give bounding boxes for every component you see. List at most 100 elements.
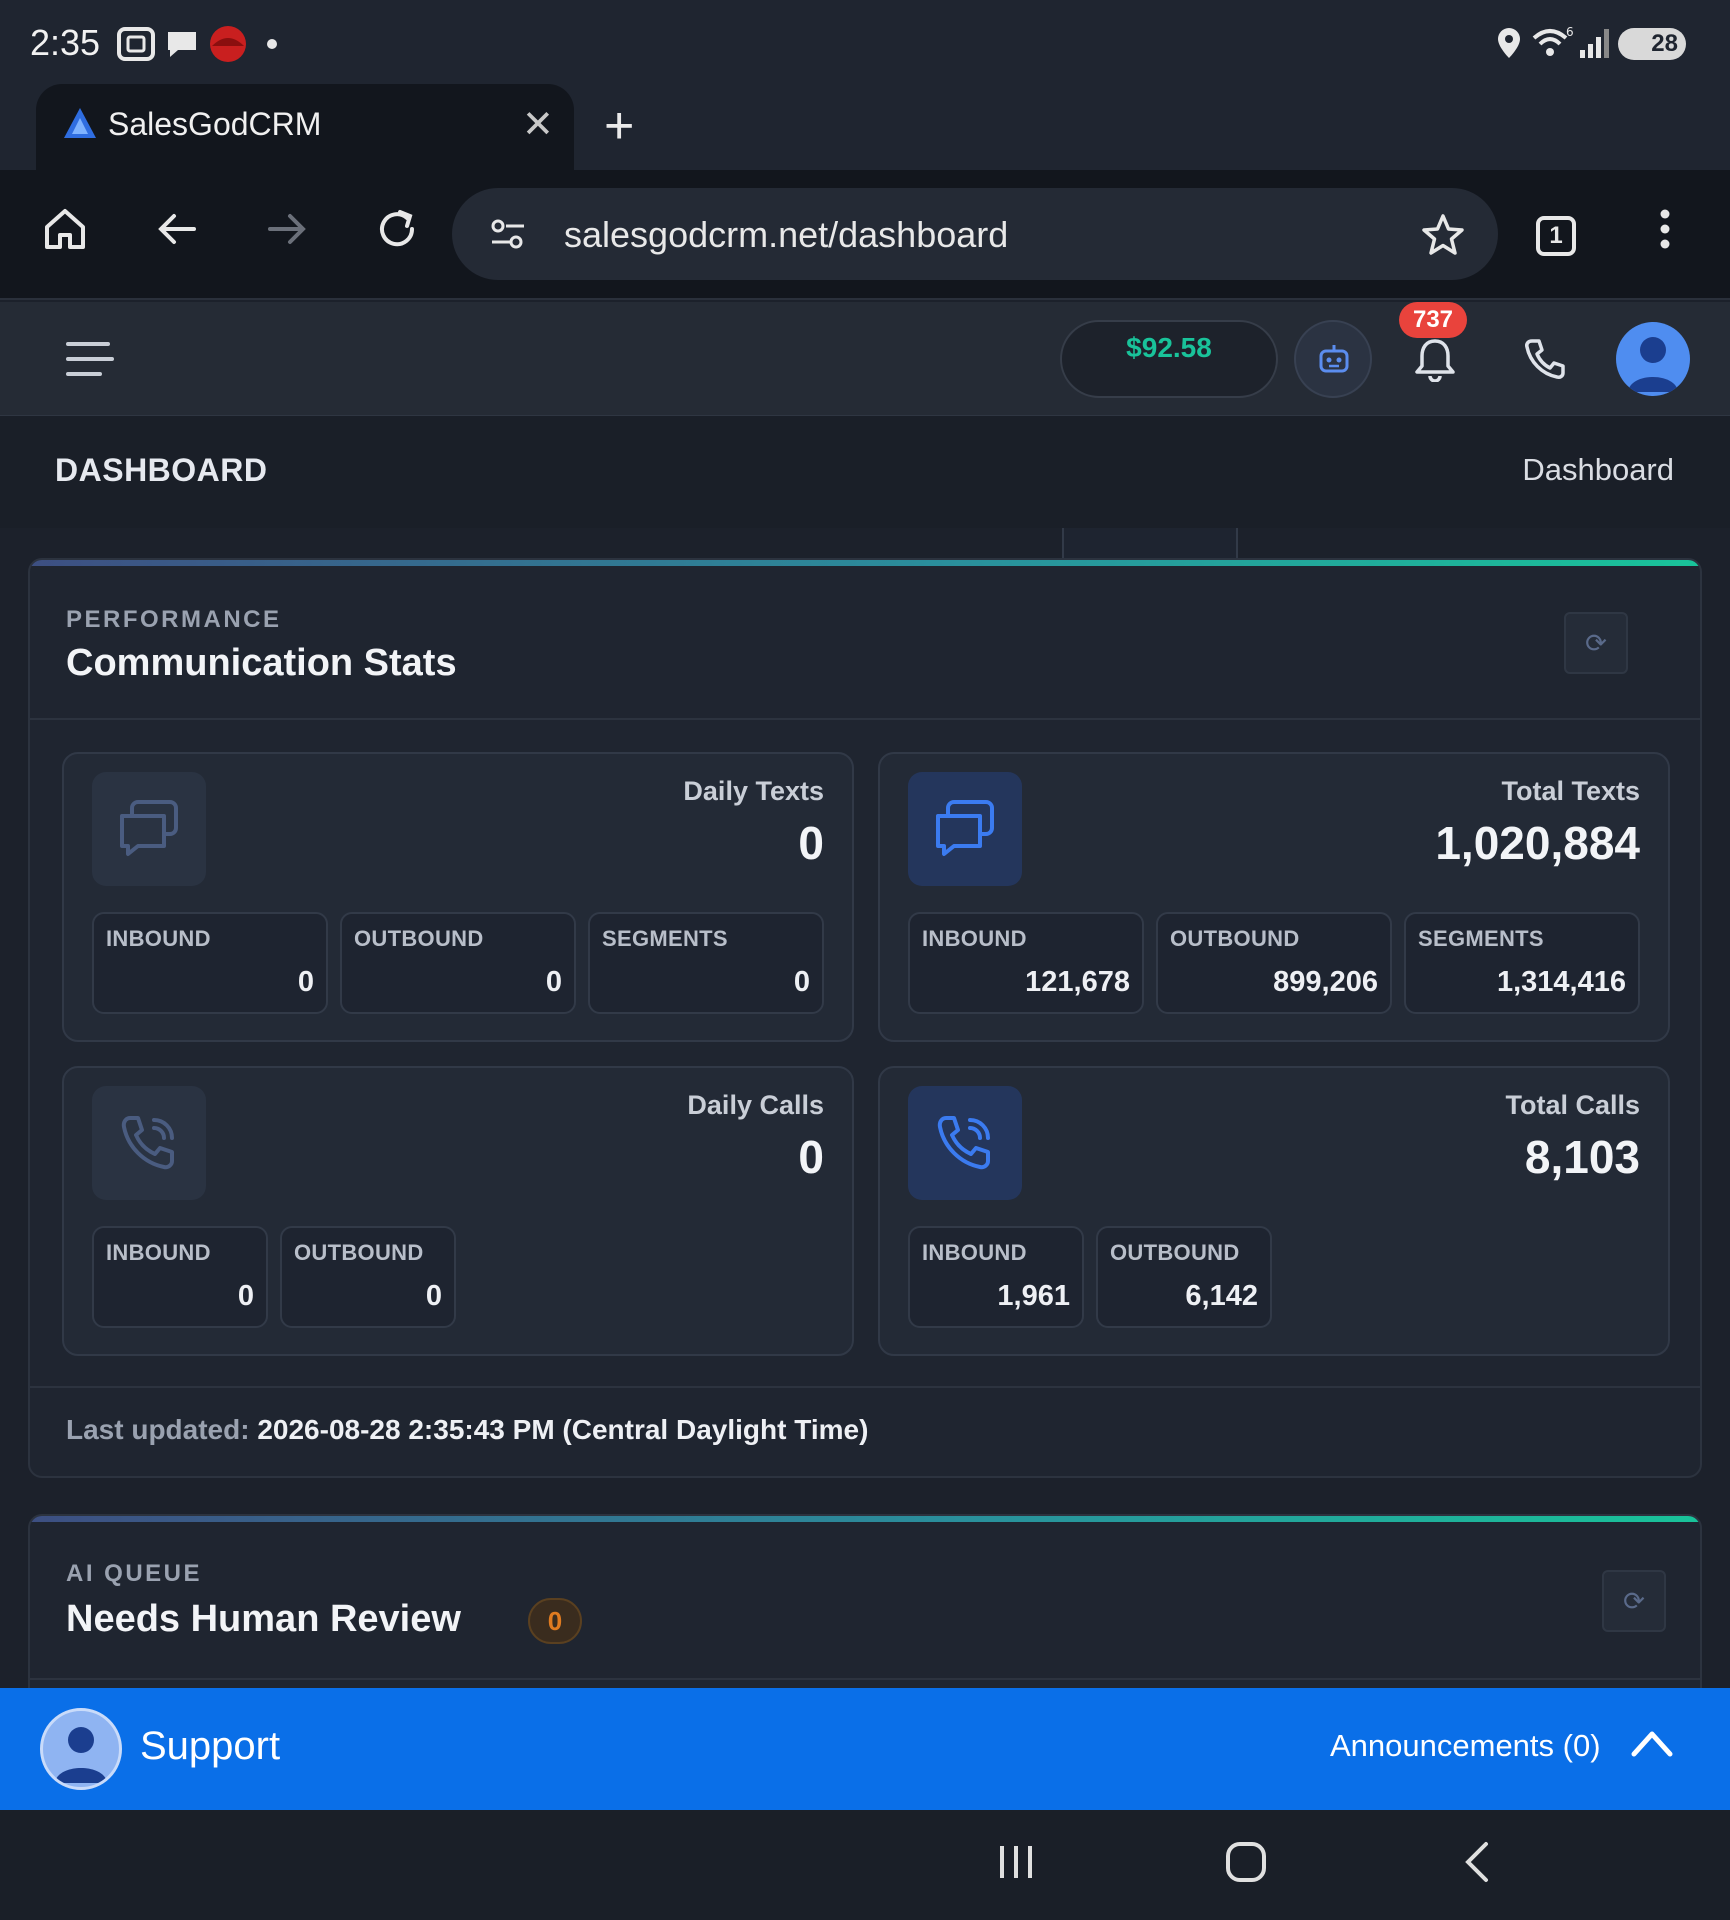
ai-bot-button[interactable] — [1294, 320, 1372, 398]
refresh-button[interactable]: ⟳ — [1602, 1570, 1666, 1632]
tab-title: SalesGodCRM — [108, 106, 322, 142]
chat-icon — [120, 800, 178, 856]
home-button-icon[interactable] — [1224, 1840, 1268, 1884]
daily-texts-value: 0 — [798, 817, 824, 869]
total-texts-inbound: INBOUND 121,678 — [908, 912, 1144, 1014]
daily-calls-inbound: INBOUND 0 — [92, 1226, 268, 1328]
refresh-button[interactable]: ⟳ — [1564, 612, 1628, 674]
sub-value: 121,678 — [1025, 966, 1130, 998]
reload-icon[interactable] — [374, 206, 420, 252]
sub-value: 0 — [297, 966, 314, 998]
support-bar[interactable]: Support Announcements (0) — [0, 1688, 1730, 1810]
support-avatar-icon — [55, 1727, 107, 1783]
sub-label: INBOUND — [106, 926, 211, 951]
card-accent-bar — [30, 560, 1700, 566]
daily-texts-inbound: INBOUND 0 — [92, 912, 328, 1014]
sub-value: 0 — [793, 966, 810, 998]
browser-toolbar: salesgodcrm.net/dashboard 1 — [0, 170, 1730, 300]
card-divider — [30, 718, 1700, 720]
total-calls-value: 8,103 — [1524, 1131, 1640, 1183]
total-calls-label: Total Calls — [1505, 1090, 1640, 1120]
system-nav-bar — [0, 1810, 1730, 1920]
system-back-icon[interactable] — [1462, 1840, 1492, 1884]
more-menu-icon[interactable] — [1650, 206, 1680, 252]
last-updated: Last updated: 2026-08-28 2:35:43 PM (Cen… — [66, 1414, 868, 1446]
salesgod-logo-icon — [64, 108, 96, 138]
sub-value: 6,142 — [1185, 1280, 1258, 1312]
browser-tab-strip: SalesGodCRM ✕ + — [0, 84, 1730, 170]
chevron-up-icon[interactable] — [1630, 1728, 1674, 1758]
sub-label: OUTBOUND — [1170, 926, 1300, 951]
card-title: Needs Human Review — [66, 1598, 461, 1640]
phone-icon[interactable] — [1522, 336, 1568, 382]
daily-calls-icon-box — [92, 1086, 206, 1200]
home-icon[interactable] — [42, 206, 88, 252]
sub-value: 0 — [545, 966, 562, 998]
total-texts-value: 1,020,884 — [1435, 817, 1640, 869]
sub-label: INBOUND — [106, 1240, 211, 1265]
card-title: Communication Stats — [66, 642, 457, 684]
daily-texts-icon-box — [92, 772, 206, 886]
hamburger-menu-icon[interactable] — [66, 340, 114, 378]
location-icon — [1498, 28, 1520, 58]
recent-apps-icon[interactable] — [996, 1842, 1036, 1882]
sub-label: OUTBOUND — [1110, 1240, 1240, 1265]
announcements-link[interactable]: Announcements (0) — [1330, 1728, 1601, 1764]
card-eyebrow: PERFORMANCE — [66, 606, 282, 633]
notification-bell-icon[interactable] — [1412, 336, 1458, 382]
close-tab-icon[interactable]: ✕ — [522, 102, 554, 147]
svg-text:6: 6 — [1566, 26, 1574, 39]
chat-bubble-icon — [168, 32, 196, 57]
sub-value: 899,206 — [1273, 966, 1378, 998]
url-text[interactable]: salesgodcrm.net/dashboard — [564, 214, 1008, 256]
wifi-icon: 6 — [1532, 26, 1574, 56]
total-texts-tile: Total Texts 1,020,884 INBOUND 121,678 OUT… — [878, 752, 1670, 1042]
address-bar[interactable]: salesgodcrm.net/dashboard — [452, 188, 1498, 280]
sub-value: 0 — [425, 1280, 442, 1312]
screenshot-icon — [117, 27, 155, 61]
notification-count-badge: 737 — [1399, 302, 1467, 338]
forward-arrow-icon[interactable] — [264, 206, 310, 252]
phone-call-icon — [937, 1116, 990, 1170]
communication-stats-card: PERFORMANCE Communication Stats ⟳ Daily … — [28, 558, 1702, 1478]
ai-queue-card: AI QUEUE Needs Human Review 0 ⟳ — [28, 1514, 1702, 1714]
robot-icon — [1319, 345, 1349, 373]
daily-calls-value: 0 — [798, 1131, 824, 1183]
daily-calls-label: Daily Calls — [687, 1090, 824, 1120]
balance-pill[interactable]: $92.58 NOT IN REAL-TIME — [1060, 320, 1278, 584]
back-arrow-icon[interactable] — [154, 206, 200, 252]
status-time: 2:35 — [30, 22, 101, 63]
site-settings-icon[interactable] — [488, 216, 528, 252]
sub-label: SEGMENTS — [602, 926, 728, 951]
support-label[interactable]: Support — [140, 1724, 280, 1769]
sub-value: 0 — [237, 1280, 254, 1312]
daily-texts-segments: SEGMENTS 0 — [588, 912, 824, 1014]
page-title: DASHBOARD — [55, 452, 268, 488]
user-avatar[interactable] — [1616, 322, 1690, 396]
app-header: $92.58 NOT IN REAL-TIME 737 — [0, 302, 1730, 584]
card-footer-divider — [30, 1386, 1700, 1388]
new-tab-icon[interactable]: + — [604, 96, 634, 156]
total-texts-outbound: OUTBOUND 899,206 — [1156, 912, 1392, 1014]
card-accent-bar — [30, 1516, 1700, 1522]
daily-texts-tile: Daily Texts 0 INBOUND 0 OUTBOUND 0 SEGMENT… — [62, 752, 854, 1042]
page-title-bar: DASHBOARD Dashboard — [0, 416, 1730, 528]
total-calls-outbound: OUTBOUND 6,142 — [1096, 1226, 1272, 1328]
review-count-badge: 0 — [528, 1598, 582, 1644]
tab-switcher-button[interactable]: 1 — [1536, 216, 1576, 256]
sub-value: 1,961 — [997, 1280, 1070, 1312]
last-updated-label: Last updated: — [66, 1414, 250, 1445]
phone-call-icon — [121, 1116, 174, 1170]
status-bar: 2:35 6 28 — [0, 0, 1730, 84]
daily-texts-label: Daily Texts — [683, 776, 824, 806]
dot-icon — [267, 39, 277, 49]
balance-amount: $92.58 — [1126, 332, 1212, 363]
chat-icon — [936, 800, 994, 856]
daily-calls-tile: Daily Calls 0 INBOUND 0 OUTBOUND 0 — [62, 1066, 854, 1356]
sub-label: OUTBOUND — [354, 926, 484, 951]
breadcrumb[interactable]: Dashboard — [1522, 452, 1674, 488]
daily-texts-outbound: OUTBOUND 0 — [340, 912, 576, 1014]
browser-tab[interactable]: SalesGodCRM ✕ — [36, 84, 574, 170]
sub-label: INBOUND — [922, 926, 1027, 951]
bookmark-star-icon[interactable] — [1420, 212, 1466, 258]
